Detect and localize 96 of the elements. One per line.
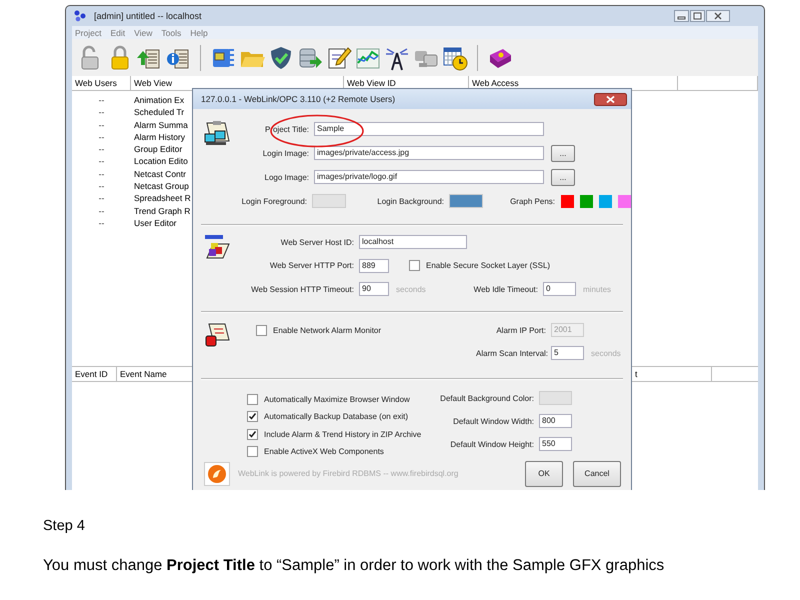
cancel-button[interactable]: Cancel [573,460,621,486]
close-button[interactable] [706,10,730,22]
firebird-icon [204,462,230,486]
table-cell-text: -- [98,204,106,217]
color-swatch[interactable] [449,194,483,208]
field-label: Web Session HTTP Timeout: [250,284,354,294]
input-field[interactable]: 800 [539,414,572,428]
table-cell-text: Alarm History [133,130,186,144]
table-cell-text: -- [98,168,106,180]
menu-item[interactable]: Project [75,28,102,38]
table-cell-text: -- [98,192,106,205]
table-cell-text: -- [98,106,106,119]
table-cell-text: -- [98,216,106,230]
column-header[interactable]: Event ID [72,367,117,381]
checkbox[interactable] [247,411,258,422]
field-label: Default Background Color: [439,394,534,402]
browse-button[interactable]: ... [551,144,575,162]
field-label: Login Background: [376,196,444,206]
input-field[interactable]: 5 [551,346,584,360]
close-button[interactable] [594,92,627,106]
unit-label: seconds [591,348,621,358]
step-heading: Step 4 [43,518,86,534]
pen-swatch[interactable] [580,194,593,208]
unit-label: minutes [583,284,612,294]
checkbox-label: Enable Secure Socket Layer (SSL) [426,261,550,270]
checkbox[interactable] [409,260,420,271]
field-label: Web Idle Timeout: [472,284,538,294]
shield-check-icon[interactable] [268,44,294,70]
maximize-button[interactable] [690,10,705,22]
clipboard-alarm-icon [203,322,231,348]
table-cell-text: Spreadsheet R [133,192,191,205]
clipboard-computer-icon [203,121,231,147]
input-field[interactable]: Sample [314,122,544,136]
pencil-document-icon[interactable] [326,44,352,70]
input-field[interactable]: 90 [359,282,389,296]
minimize-button[interactable] [674,10,689,22]
field-label: Alarm Scan Interval: [476,348,546,358]
table-cell-text: User Editor [133,216,177,230]
app-icon [74,10,88,22]
table-cell-text: Group Editor [133,143,182,156]
field-label: Alarm IP Port: [495,326,546,334]
table-cell-text: -- [98,155,106,168]
menu-item[interactable]: Edit [110,28,126,38]
table-cell-text: Netcast Contr [133,168,186,180]
table-cell-text: Animation Ex [133,94,184,106]
calendar-clock-icon[interactable] [442,44,468,70]
checkbox-label: Automatically Maximize Browser Window [264,394,410,404]
table-cell-text: -- [98,130,106,144]
checkbox-label: Enable ActiveX Web Components [264,447,384,456]
table-cell-text: Alarm Summa [133,118,188,131]
checkbox-label: Enable Network Alarm Monitor [273,326,382,334]
www-cubes-icon [203,234,231,260]
field-label: Default Window Width: [452,416,534,426]
table-cell-text: -- [98,94,106,106]
powered-by-text: WebLink is powered by Firebird RDBMS -- www.firebirdsql.org [238,469,458,478]
pen-swatch[interactable] [618,194,631,208]
field-label: Web Server Host ID: [280,238,354,246]
browse-button[interactable]: ... [551,168,575,186]
checkbox[interactable] [256,324,267,336]
field-label: Logo Image: [264,172,309,182]
field-label: Login Foreground: [241,196,307,206]
table-cell-text: Netcast Group [133,180,189,192]
checkbox[interactable] [247,428,258,440]
input-field[interactable]: 0 [543,282,576,296]
checkbox-label: Automatically Backup Database (on exit) [264,412,408,421]
checkbox-label: Include Alarm & Trend History in ZIP Archive [264,430,422,438]
input-field[interactable]: 550 [539,437,572,451]
pen-swatch[interactable] [599,194,612,208]
checkbox[interactable] [247,446,258,457]
dialog-title: 127.0.0.1 - WebLink/OPC 3.110 (+2 Remote Users) [201,94,396,104]
table-cell-text: Scheduled Tr [133,106,184,119]
menu-item[interactable]: View [134,28,152,38]
unit-label: seconds [396,284,427,294]
table-cell-text: Location Edito [133,155,188,168]
field-label: Login Image: [262,148,309,158]
table-cell-text: -- [98,180,106,192]
menu-item[interactable]: Tools [161,28,182,38]
table-cell-text: Trend Graph R [133,204,190,217]
input-field[interactable]: images/private/logo.gif [314,170,544,184]
window-title: [admin] untitled -- localhost [94,11,202,21]
input-field[interactable]: 889 [359,258,389,272]
field-label: Web Server HTTP Port: [268,261,354,270]
table-cell-text: -- [98,118,106,131]
input-field[interactable]: localhost [359,235,467,249]
pen-swatch[interactable] [561,194,574,208]
ok-button[interactable]: OK [525,460,563,486]
color-swatch[interactable] [312,194,346,208]
color-swatch[interactable] [539,391,572,405]
input-field[interactable]: images/private/access.jpg [314,146,544,160]
field-label: Graph Pens: [509,196,555,206]
column-header[interactable]: Web Users [72,76,131,90]
table-cell-text: -- [98,143,106,156]
field-label: Default Window Height: [449,440,534,448]
menu-item[interactable]: Help [190,28,208,38]
instruction-text: You must change Project Title to “Sample” in order to work with the Sample GFX graphics [43,557,666,575]
checkbox[interactable] [247,394,258,404]
